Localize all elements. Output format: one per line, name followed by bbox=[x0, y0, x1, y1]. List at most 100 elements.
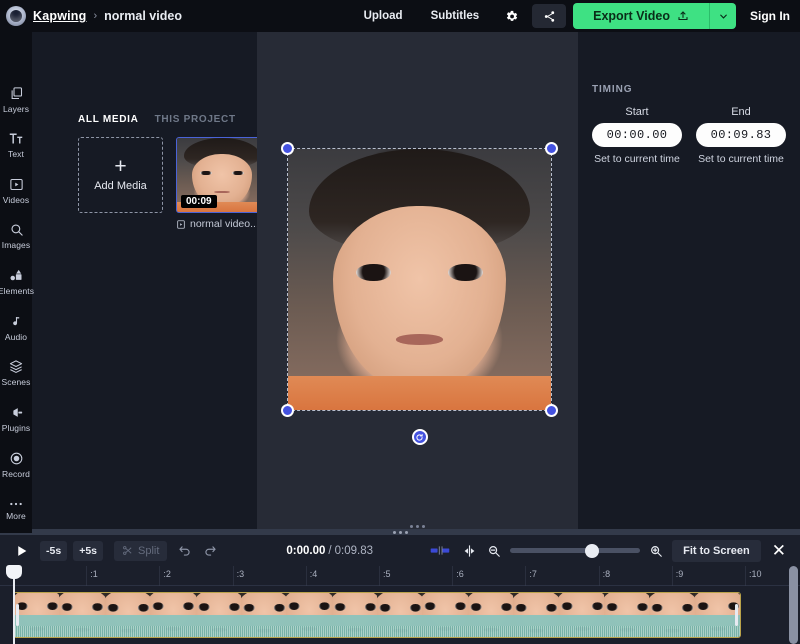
layers-icon bbox=[9, 86, 24, 101]
resize-handle-top-right[interactable] bbox=[545, 142, 558, 155]
ruler-tick-label: :4 bbox=[310, 569, 318, 579]
gear-icon[interactable] bbox=[496, 4, 526, 28]
fit-to-screen-button[interactable]: Fit to Screen bbox=[672, 540, 761, 562]
end-label: End bbox=[696, 106, 786, 118]
timeline-toolbar-right: Fit to Screen ✕ bbox=[430, 540, 792, 562]
sidebar-item-elements[interactable]: Elements bbox=[0, 259, 32, 305]
export-options-button[interactable] bbox=[709, 3, 736, 29]
ruler-tick-label: :5 bbox=[383, 569, 391, 579]
sign-in-button[interactable]: Sign In bbox=[742, 9, 800, 23]
sidebar-item-label: Scenes bbox=[2, 377, 31, 387]
sidebar-item-audio[interactable]: Audio bbox=[0, 305, 32, 351]
ruler-tick: :5 bbox=[379, 566, 380, 586]
upload-button[interactable]: Upload bbox=[350, 0, 417, 32]
start-time-group: Start 00:00.00 Set to current time bbox=[592, 106, 682, 165]
end-time-input[interactable]: 00:09.83 bbox=[696, 123, 786, 147]
add-media-label: Add Media bbox=[94, 180, 147, 192]
video-file-icon bbox=[176, 219, 186, 230]
rotate-handle-icon[interactable] bbox=[412, 429, 428, 445]
sidebar-item-text[interactable]: Text bbox=[0, 122, 32, 168]
project-title[interactable]: normal video bbox=[104, 9, 182, 23]
playhead-knob[interactable] bbox=[6, 565, 22, 579]
tab-this-project[interactable]: THIS PROJECT bbox=[155, 114, 236, 125]
sidebar-item-layers[interactable]: Layers bbox=[0, 77, 32, 123]
breadcrumb-separator: › bbox=[93, 10, 97, 22]
start-time-input[interactable]: 00:00.00 bbox=[592, 123, 682, 147]
timeline-scrollbar[interactable] bbox=[789, 566, 798, 644]
sidebar-item-more[interactable]: More bbox=[0, 487, 32, 533]
ruler-tick-label: :2 bbox=[163, 569, 171, 579]
export-label: Export Video bbox=[593, 9, 670, 23]
zoom-slider-knob[interactable] bbox=[585, 544, 599, 558]
zoom-out-icon[interactable] bbox=[487, 544, 501, 558]
ruler-tick: :8 bbox=[599, 566, 600, 586]
timeline-clip[interactable] bbox=[13, 592, 741, 638]
media-thumbnail[interactable]: 00:09 bbox=[176, 137, 268, 213]
clip-trim-handle-right[interactable] bbox=[735, 604, 738, 626]
search-image-icon bbox=[9, 222, 24, 237]
export-group: Export Video bbox=[573, 3, 736, 29]
export-video-button[interactable]: Export Video bbox=[573, 3, 709, 29]
subtitles-button[interactable]: Subtitles bbox=[417, 0, 494, 32]
end-set-current-time[interactable]: Set to current time bbox=[696, 153, 786, 165]
ruler-tick: :10 bbox=[745, 566, 746, 586]
timeline-ruler[interactable]: 0:1:2:3:4:5:6:7:8:9:10 bbox=[0, 566, 800, 586]
sidebar-item-plugins[interactable]: Plugins bbox=[0, 396, 32, 442]
redo-icon[interactable] bbox=[203, 544, 217, 558]
start-label: Start bbox=[592, 106, 682, 118]
resize-handle-bottom-right[interactable] bbox=[545, 404, 558, 417]
zoom-in-icon[interactable] bbox=[649, 544, 663, 558]
current-time: 0:00.00 bbox=[286, 545, 325, 557]
canvas-video-preview bbox=[288, 149, 551, 410]
ruler-tick: :7 bbox=[525, 566, 526, 586]
skip-back-5s-button[interactable]: -5s bbox=[40, 541, 67, 561]
ruler-tick-label: :7 bbox=[529, 569, 537, 579]
stack-icon bbox=[8, 359, 24, 374]
video-icon bbox=[9, 177, 24, 192]
start-set-current-time[interactable]: Set to current time bbox=[592, 153, 682, 165]
ruler-tick: :6 bbox=[452, 566, 453, 586]
ruler-tick: :9 bbox=[672, 566, 673, 586]
sidebar-item-videos[interactable]: Videos bbox=[0, 168, 32, 214]
canvas-stage[interactable] bbox=[257, 32, 578, 533]
media-grid: + Add Media 00:09 normal video.... bbox=[78, 137, 268, 230]
top-bar: Kapwing › normal video Upload Subtitles … bbox=[0, 0, 800, 32]
sidebar-item-label: Audio bbox=[5, 332, 27, 342]
sidebar-item-label: Record bbox=[2, 469, 30, 479]
media-item-name-row: normal video.... bbox=[176, 218, 268, 230]
timeline-zoom-slider[interactable] bbox=[510, 548, 640, 553]
scissors-icon bbox=[122, 545, 133, 556]
resize-handle-bottom-left[interactable] bbox=[281, 404, 294, 417]
end-time-group: End 00:09.83 Set to current time bbox=[696, 106, 786, 165]
sidebar-item-images[interactable]: Images bbox=[0, 214, 32, 260]
snap-clips-icon[interactable] bbox=[430, 544, 452, 557]
timeline-track[interactable] bbox=[0, 586, 800, 644]
sidebar-item-label: More bbox=[6, 511, 26, 521]
clip-trim-handle-left[interactable] bbox=[16, 604, 19, 626]
sidebar-item-label: Videos bbox=[3, 195, 29, 205]
timeline-playhead[interactable] bbox=[13, 566, 15, 644]
resize-handle-top-left[interactable] bbox=[281, 142, 294, 155]
left-sidebar: M Layers Text Videos Images bbox=[0, 32, 32, 533]
media-item[interactable]: 00:09 normal video.... bbox=[176, 137, 268, 230]
share-icon[interactable] bbox=[532, 4, 566, 28]
close-icon[interactable]: ✕ bbox=[770, 542, 792, 559]
timing-controls: Start 00:00.00 Set to current time End 0… bbox=[592, 106, 786, 165]
tab-all-media[interactable]: ALL MEDIA bbox=[78, 114, 139, 125]
add-media-button[interactable]: + Add Media bbox=[78, 137, 163, 213]
selected-video-layer[interactable] bbox=[287, 148, 552, 411]
skip-forward-5s-button[interactable]: +5s bbox=[73, 541, 103, 561]
brand-link[interactable]: Kapwing bbox=[33, 9, 86, 23]
split-button[interactable]: Split bbox=[114, 541, 167, 561]
ruler-tick-label: :1 bbox=[90, 569, 98, 579]
shapes-icon bbox=[9, 268, 24, 283]
media-panel-tabs: ALL MEDIA THIS PROJECT bbox=[78, 114, 236, 125]
sidebar-item-scenes[interactable]: Scenes bbox=[0, 351, 32, 397]
sidebar-item-record[interactable]: Record bbox=[0, 442, 32, 488]
split-label: Split bbox=[138, 545, 159, 557]
ruler-tick-label: :3 bbox=[237, 569, 245, 579]
undo-icon[interactable] bbox=[178, 544, 192, 558]
play-icon[interactable] bbox=[8, 544, 34, 558]
kapwing-logo[interactable] bbox=[6, 6, 26, 26]
split-view-icon[interactable] bbox=[461, 544, 478, 558]
